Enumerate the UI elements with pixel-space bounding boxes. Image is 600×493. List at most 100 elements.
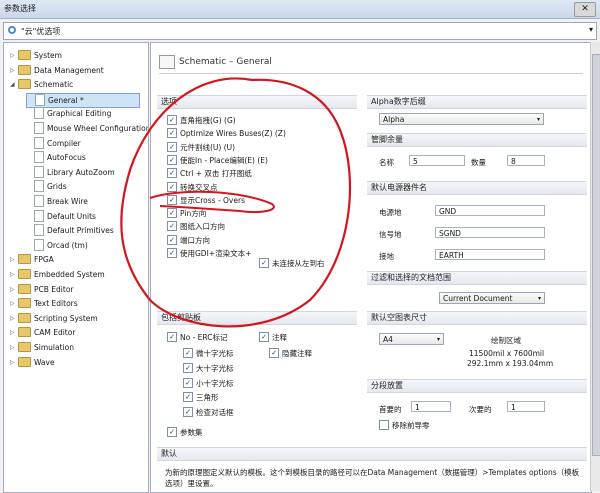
unconnected-option[interactable]: ✓ 未连接从左到右 xyxy=(259,258,325,270)
hidden-notes-checkbox[interactable]: ✓ xyxy=(269,348,279,358)
sheet-size-select[interactable]: A4 ▾ xyxy=(379,333,444,345)
expander-icon[interactable]: ▷ xyxy=(10,341,18,354)
tree-item[interactable]: ▷ FPGA xyxy=(10,253,54,266)
pin-number-input[interactable]: 8 xyxy=(507,155,545,166)
tree-item[interactable]: ▷ Embedded System xyxy=(10,268,105,281)
option-checkbox[interactable]: ✓ xyxy=(167,128,177,139)
expander-icon[interactable]: ▷ xyxy=(10,49,18,62)
pin-name-input[interactable]: 5 xyxy=(409,155,465,166)
tree-item[interactable]: Library AutoZoom xyxy=(26,165,115,179)
clipboard-group-title: 包括剪贴板 xyxy=(157,311,357,325)
page-icon xyxy=(34,122,44,134)
option-checkbox[interactable]: ✓ xyxy=(167,141,177,152)
filter-select[interactable]: Current Document ▾ xyxy=(439,292,545,304)
option-row[interactable]: ✓ Optimize Wires Buses(Z) (Z) xyxy=(167,128,286,140)
clipboard-option[interactable]: ✓ 微十字光标 xyxy=(183,348,234,360)
option-checkbox[interactable]: ✓ xyxy=(167,115,177,125)
params-checkbox[interactable]: ✓ xyxy=(167,427,177,437)
no-erc-option[interactable]: ✓ No - ERC标记 xyxy=(167,332,228,344)
expander-icon[interactable]: ▷ xyxy=(10,253,18,266)
tree-item[interactable]: ▷ Simulation xyxy=(10,341,74,354)
expander-icon[interactable]: ▷ xyxy=(10,356,18,369)
tree-item-label: Simulation xyxy=(34,343,74,352)
tree-item[interactable]: ▷ Scripting System xyxy=(10,312,98,325)
no-erc-checkbox[interactable]: ✓ xyxy=(167,332,177,342)
tree-item[interactable]: Orcad (tm) xyxy=(26,238,88,252)
clipboard-option[interactable]: ✓ 检查对话框 xyxy=(183,407,234,419)
tree-item[interactable]: Mouse Wheel Configuration xyxy=(26,122,148,135)
power-input[interactable]: SGND xyxy=(435,227,545,238)
tree-item[interactable]: Default Units xyxy=(26,209,96,223)
option-row[interactable]: ✓ 转换交叉点 xyxy=(167,181,218,194)
expander-icon[interactable]: ▷ xyxy=(10,283,18,296)
segment-secondary-input[interactable]: 1 xyxy=(507,401,545,412)
tree-item[interactable]: Graphical Editing xyxy=(26,107,111,120)
option-row[interactable]: ✓ 元件割线(U) (U) xyxy=(167,141,235,154)
filter-value: Current Document xyxy=(443,294,513,303)
option-row[interactable]: ✓ 使能In - Place编辑(E) (E) xyxy=(167,154,268,167)
chevron-down-icon[interactable]: ▾ xyxy=(589,25,593,34)
tree-item[interactable]: ▷ CAM Editor xyxy=(10,326,75,339)
option-checkbox[interactable]: ✓ xyxy=(167,194,177,205)
tree-item[interactable]: General * xyxy=(26,92,140,108)
option-row[interactable]: ✓ Pin方向 xyxy=(167,208,206,220)
scrollbar-thumb[interactable] xyxy=(592,54,600,456)
folder-icon xyxy=(18,50,31,60)
option-row[interactable]: ✓ 图纸入口方向 xyxy=(167,221,225,233)
option-row[interactable]: ✓ 显示Cross - Overs xyxy=(167,194,245,207)
option-row[interactable]: ✓ 端口方向 xyxy=(167,234,210,247)
option-checkbox[interactable]: ✓ xyxy=(167,154,177,165)
clipboard-checkbox[interactable]: ✓ xyxy=(183,392,193,403)
notes-checkbox[interactable]: ✓ xyxy=(259,332,269,342)
option-checkbox[interactable]: ✓ xyxy=(167,221,177,232)
expander-icon[interactable]: ▷ xyxy=(10,326,18,339)
tree-item[interactable]: ▷ PCB Editor xyxy=(10,283,74,296)
option-checkbox[interactable]: ✓ xyxy=(167,168,177,179)
option-row[interactable]: ✓ 使用GDI+渲染文本+ xyxy=(167,248,251,260)
remove-zero-option[interactable]: 移除前导零 xyxy=(379,420,430,432)
tree-item[interactable]: ▷ Wave xyxy=(10,356,55,369)
option-label: Optimize Wires Buses(Z) (Z) xyxy=(180,129,286,139)
segment-primary-input[interactable]: 1 xyxy=(411,401,451,412)
clipboard-option[interactable]: ✓ 小十字光标 xyxy=(183,377,234,390)
tree-item[interactable]: Default Primitives xyxy=(26,224,114,237)
folder-icon xyxy=(18,342,31,352)
hidden-notes-option[interactable]: ✓ 隐藏注释 xyxy=(269,348,312,360)
tree-item[interactable]: Grids xyxy=(26,180,67,193)
expander-icon[interactable]: ▷ xyxy=(10,312,18,325)
tree-item[interactable]: ◢ Schematic xyxy=(10,78,73,91)
expander-icon[interactable]: ▷ xyxy=(10,297,18,310)
options-tree[interactable]: ▷ System ▷ Data Management ◢ Schematic General… xyxy=(3,42,149,493)
option-checkbox[interactable]: ✓ xyxy=(167,208,177,219)
power-input[interactable]: EARTH xyxy=(435,249,545,260)
tree-item[interactable]: ▷ Text Editors xyxy=(10,297,78,310)
option-row[interactable]: ✓ Ctrl + 双击 打开图纸 xyxy=(167,168,252,180)
remove-zero-checkbox[interactable] xyxy=(379,420,389,430)
clipboard-checkbox[interactable]: ✓ xyxy=(183,348,193,358)
option-checkbox[interactable]: ✓ xyxy=(167,234,177,245)
notes-option[interactable]: ✓ 注释 xyxy=(259,332,287,344)
clipboard-checkbox[interactable]: ✓ xyxy=(183,407,193,418)
alpha-select[interactable]: Alpha ▾ xyxy=(379,113,544,125)
clipboard-checkbox[interactable]: ✓ xyxy=(183,377,193,388)
expander-icon[interactable]: ▷ xyxy=(10,268,18,281)
option-checkbox[interactable]: ✓ xyxy=(167,248,177,258)
clipboard-checkbox[interactable]: ✓ xyxy=(183,362,193,373)
address-bar[interactable]: "云"优选项 ▾ xyxy=(3,22,597,40)
power-input[interactable]: GND xyxy=(435,205,545,216)
params-option[interactable]: ✓ 参数集 xyxy=(167,427,203,439)
clipboard-option[interactable]: ✓ 三角形 xyxy=(183,392,219,404)
unconnected-checkbox[interactable]: ✓ xyxy=(259,258,269,268)
expander-icon[interactable]: ◢ xyxy=(10,78,18,91)
expander-icon[interactable]: ▷ xyxy=(10,64,18,77)
option-row[interactable]: ✓ 直角拖拽(G) (G) xyxy=(167,115,236,127)
tree-item[interactable]: AutoFocus xyxy=(26,151,86,164)
close-button[interactable]: ✕ xyxy=(574,2,596,17)
vertical-scrollbar[interactable] xyxy=(590,42,600,491)
tree-item[interactable]: Break Wire xyxy=(26,195,88,208)
clipboard-option[interactable]: ✓ 大十字光标 xyxy=(183,362,234,375)
tree-item[interactable]: Compiler xyxy=(26,136,81,150)
option-checkbox[interactable]: ✓ xyxy=(167,181,177,192)
tree-item[interactable]: ▷ Data Management xyxy=(10,64,104,77)
tree-item[interactable]: ▷ System xyxy=(10,49,62,62)
